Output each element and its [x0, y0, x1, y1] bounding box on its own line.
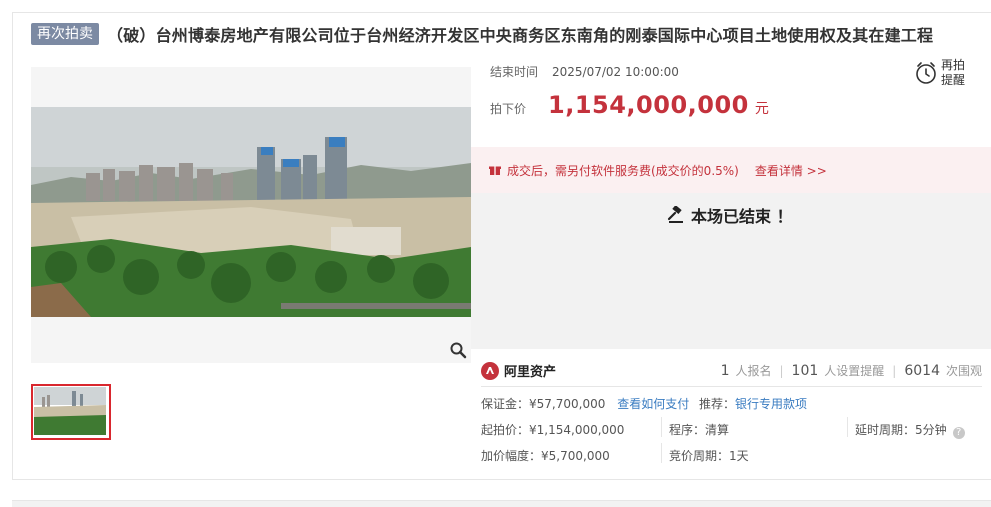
- signups-label: 人报名: [735, 364, 772, 378]
- stats-row: 阿里资产 1 人报名 | 101 人设置提醒 | 6014 次围观: [481, 355, 982, 387]
- auction-card: 再次拍卖 （破）台州博泰房地产有限公司位于台州经济开发区中央商务区东南角的刚泰国…: [12, 12, 991, 480]
- help-icon[interactable]: ?: [952, 427, 965, 439]
- title-row: 再次拍卖 （破）台州博泰房地产有限公司位于台州经济开发区中央商务区东南角的刚泰国…: [31, 22, 933, 46]
- final-price-row: 拍下价 1,154,000,000 元: [490, 91, 769, 119]
- service-fee-text: 成交后，需另付软件服务费(成交价的0.5%): [507, 163, 739, 178]
- bid-period-value: 1天: [729, 449, 749, 463]
- signups-count: 1: [720, 363, 730, 379]
- end-time-value: 2025/07/02 10:00:00: [552, 65, 679, 79]
- auction-ended-text: 本场已结束 ！: [691, 207, 793, 226]
- remind-label-line1: 再拍: [941, 58, 966, 72]
- bottom-strip: [12, 500, 991, 507]
- remind-label: 再拍 提醒: [941, 58, 965, 88]
- increment-row: 加价幅度：¥5,700,000: [481, 447, 610, 464]
- alarm-clock-icon: [916, 62, 936, 84]
- delay-value: 5分钟: [915, 423, 947, 437]
- final-price-unit: 元: [754, 101, 769, 117]
- platform-logo[interactable]: 阿里资产: [481, 361, 556, 380]
- deposit-label: 保证金：: [481, 397, 530, 411]
- reauction-remind-button[interactable]: 再拍 提醒: [915, 55, 975, 91]
- gift-icon: [489, 166, 501, 175]
- divider: [847, 417, 848, 437]
- remind-label-line2: 提醒: [941, 73, 966, 87]
- end-time-label: 结束时间: [490, 65, 539, 79]
- delay-label: 延时周期：: [855, 423, 916, 437]
- reminders-label: 人设置提醒: [824, 364, 885, 378]
- stats-divider: |: [892, 364, 897, 378]
- bank-payment-link[interactable]: 银行专用款项: [735, 397, 807, 411]
- start-price-row: 起拍价：¥1,154,000,000: [481, 421, 624, 438]
- reauction-tag: 再次拍卖: [31, 23, 99, 45]
- page-title: （破）台州博泰房地产有限公司位于台州经济开发区中央商务区东南角的刚泰国际中心项目…: [107, 26, 934, 45]
- delay-row: 延时周期：5分钟?: [855, 421, 965, 439]
- how-to-pay-link[interactable]: 查看如何支付: [617, 397, 689, 411]
- service-fee-notice: 成交后，需另付软件服务费(成交价的0.5%) 查看详情 >>: [471, 147, 991, 193]
- increment-value: ¥5,700,000: [541, 449, 610, 463]
- recommend-label: 推荐：: [699, 397, 736, 411]
- procedure-row: 程序：清算: [669, 421, 729, 438]
- procedure-value: 清算: [705, 423, 730, 437]
- gavel-icon: [667, 206, 683, 223]
- end-time-row: 结束时间 2025/07/02 10:00:00: [490, 63, 679, 80]
- deposit-value: ¥57,700,000: [529, 397, 606, 411]
- thumbnail-image: [34, 387, 106, 435]
- property-photo: [31, 107, 471, 317]
- increment-label: 加价幅度：: [481, 449, 542, 463]
- thumbnail-selected[interactable]: [31, 384, 111, 440]
- view-details-link[interactable]: 查看详情 >>: [755, 162, 827, 179]
- auction-stats: 1 人报名 | 101 人设置提醒 | 6014 次围观: [721, 362, 982, 379]
- start-price-value: ¥1,154,000,000: [529, 423, 625, 437]
- final-price-label: 拍下价: [490, 102, 527, 116]
- main-image-viewer[interactable]: [31, 67, 471, 363]
- divider: [661, 443, 662, 463]
- views-count: 6014: [904, 363, 940, 379]
- reminders-count: 101: [791, 363, 819, 379]
- magnifier-icon[interactable]: [449, 341, 467, 359]
- deposit-row: 保证金：¥57,700,000 查看如何支付 推荐：银行专用款项: [481, 395, 807, 412]
- auction-ended-panel: 本场已结束 ！: [471, 193, 991, 349]
- start-price-label: 起拍价：: [481, 423, 530, 437]
- bid-period-row: 竞价周期：1天: [669, 447, 749, 464]
- divider: [661, 417, 662, 437]
- ali-asset-logo-icon: [481, 361, 499, 380]
- views-label: 次围观: [945, 364, 982, 378]
- platform-name: 阿里资产: [504, 365, 557, 380]
- stats-divider: |: [779, 364, 784, 378]
- final-price-value: 1,154,000,000: [548, 91, 749, 119]
- procedure-label: 程序：: [669, 423, 706, 437]
- bid-period-label: 竞价周期：: [669, 449, 730, 463]
